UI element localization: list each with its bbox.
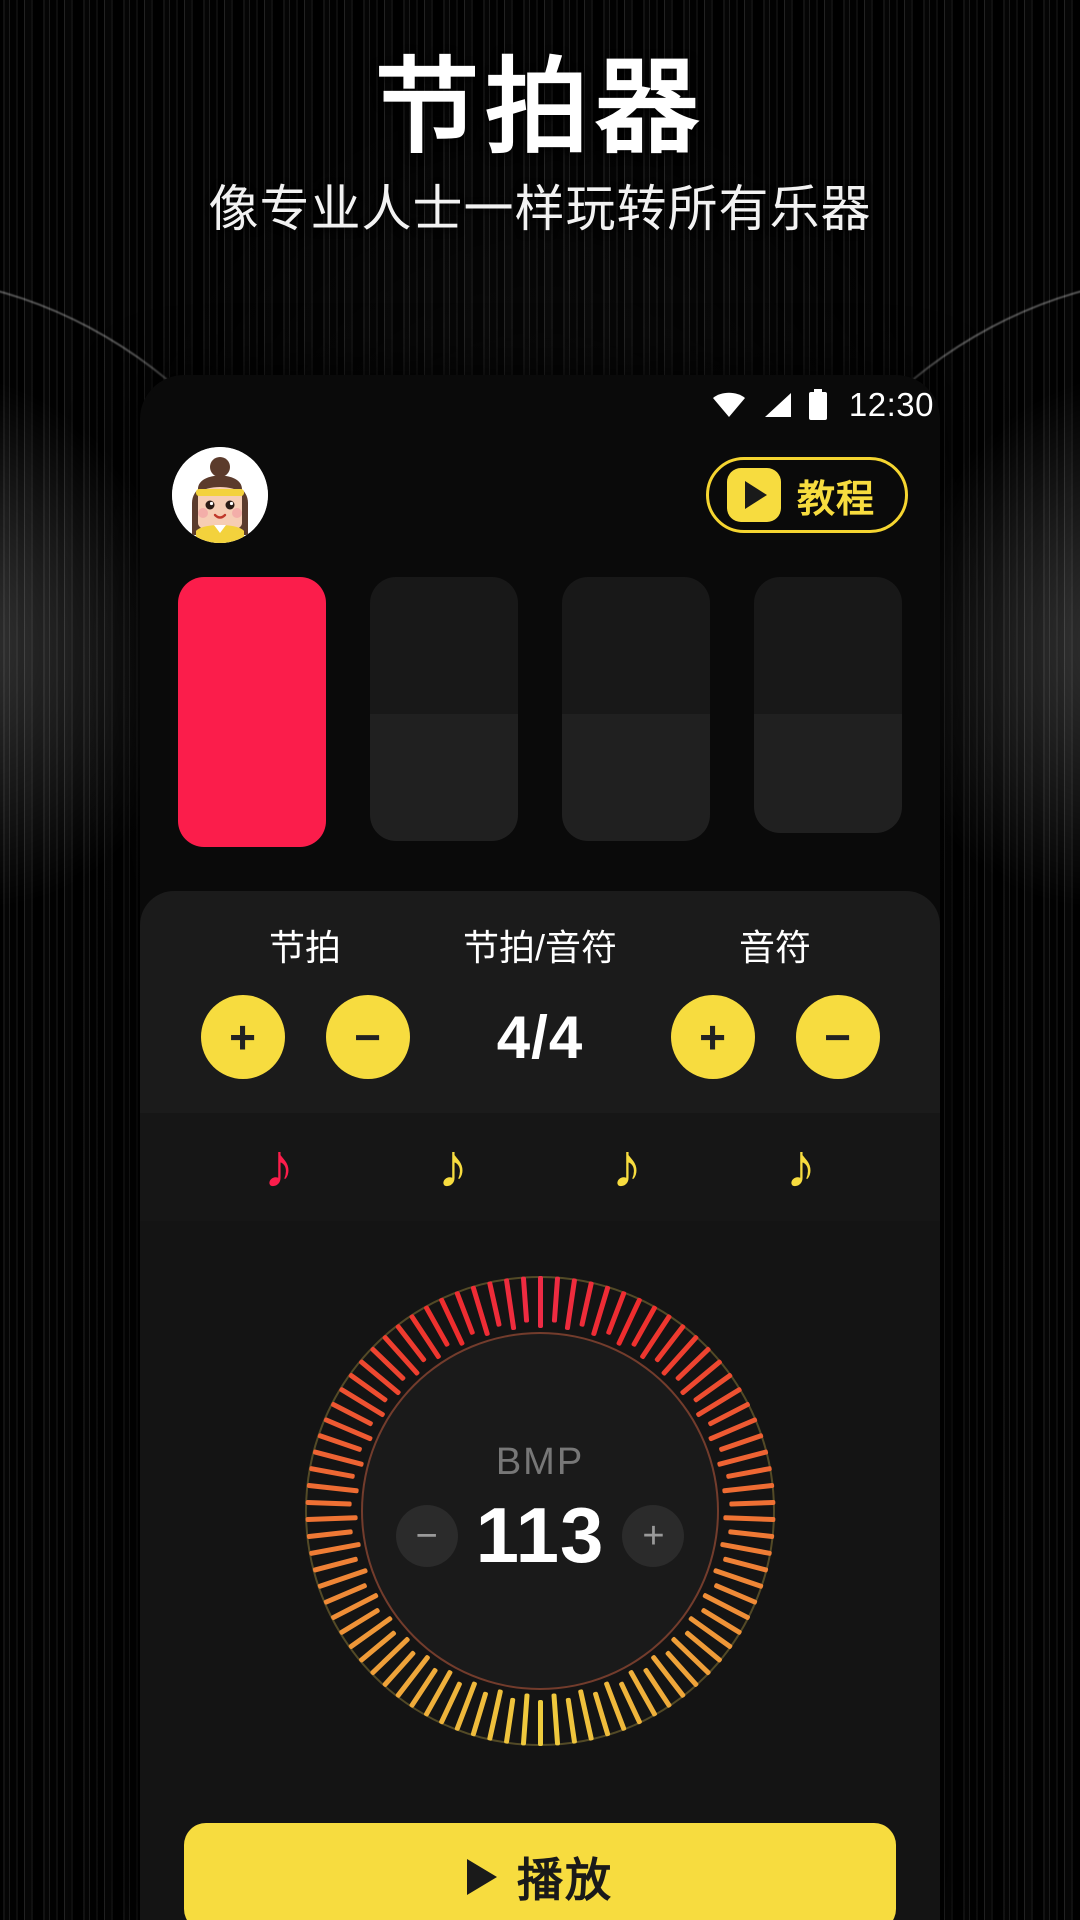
- bpm-dial-section: BMP − 113 +: [140, 1221, 940, 1801]
- signature-label: 节拍/音符: [462, 927, 617, 968]
- beat-note-1[interactable]: ♪: [192, 1136, 366, 1198]
- bpm-increase-button[interactable]: +: [622, 1504, 685, 1567]
- bpm-dial[interactable]: BMP − 113 +: [305, 1276, 775, 1746]
- status-time: 12:30: [848, 386, 934, 423]
- play-bar: 播放: [140, 1801, 940, 1920]
- play-label: 播放: [517, 1854, 613, 1906]
- instrument-card-3[interactable]: [562, 577, 710, 841]
- tutorial-button[interactable]: 教程: [705, 457, 908, 533]
- wifi-icon: [711, 390, 747, 420]
- phone-screen: 12:30 教程 节拍 节拍/音符 音符 + − 4/4 + − ♪ ♪ ♪ ♪…: [140, 375, 940, 1920]
- note-stepper: + −: [650, 995, 900, 1079]
- beat-decrease-button[interactable]: −: [325, 995, 410, 1079]
- avatar[interactable]: [172, 447, 268, 543]
- app-top-bar: 教程: [140, 435, 940, 555]
- beat-note-2[interactable]: ♪: [366, 1136, 540, 1198]
- instrument-card-2[interactable]: [370, 577, 518, 841]
- battery-icon: [807, 389, 829, 421]
- control-labels: 节拍 节拍/音符 音符: [140, 919, 940, 971]
- play-button[interactable]: 播放: [184, 1823, 896, 1920]
- instrument-card-1[interactable]: [178, 577, 326, 847]
- bpm-label: BMP: [495, 1441, 585, 1483]
- beat-stepper: + −: [180, 995, 430, 1079]
- beat-increase-button[interactable]: +: [200, 995, 285, 1079]
- beat-notes-strip: ♪ ♪ ♪ ♪: [140, 1113, 940, 1221]
- bpm-value: 113: [475, 1491, 605, 1579]
- bpm-value-row: − 113 +: [395, 1490, 685, 1581]
- page-subtitle: 像专业人士一样玩转所有乐器: [208, 181, 872, 238]
- promo-headline: 节拍器 像专业人士一样玩转所有乐器: [0, 50, 1080, 239]
- cellular-signal-icon: [761, 391, 793, 419]
- bpm-decrease-button[interactable]: −: [395, 1504, 458, 1567]
- instrument-card-4[interactable]: [754, 577, 902, 833]
- note-decrease-button[interactable]: −: [795, 995, 880, 1079]
- note-increase-button[interactable]: +: [670, 995, 755, 1079]
- time-signature-display: 4/4: [430, 1003, 650, 1072]
- page-title: 节拍器: [374, 50, 705, 166]
- beat-label: 节拍: [268, 927, 341, 968]
- beat-note-3[interactable]: ♪: [540, 1136, 714, 1198]
- status-bar: 12:30: [140, 375, 940, 435]
- promo-screenshot: 节拍器 像专业人士一样玩转所有乐器 12:30 教程 节拍 节拍/音符 音符 +…: [0, 0, 1080, 1920]
- beat-note-4[interactable]: ♪: [714, 1136, 888, 1198]
- control-buttons-row: + − 4/4 + −: [140, 971, 940, 1113]
- play-triangle-icon: [467, 1859, 497, 1895]
- play-icon: [726, 468, 781, 522]
- control-panel: 节拍 节拍/音符 音符 + − 4/4 + −: [140, 891, 940, 1113]
- instrument-selector: [140, 555, 940, 891]
- time-signature-value: 4/4: [496, 1003, 584, 1071]
- dial-inner-face: BMP − 113 +: [361, 1332, 719, 1690]
- tutorial-label: 教程: [796, 478, 875, 521]
- note-label: 音符: [738, 927, 811, 968]
